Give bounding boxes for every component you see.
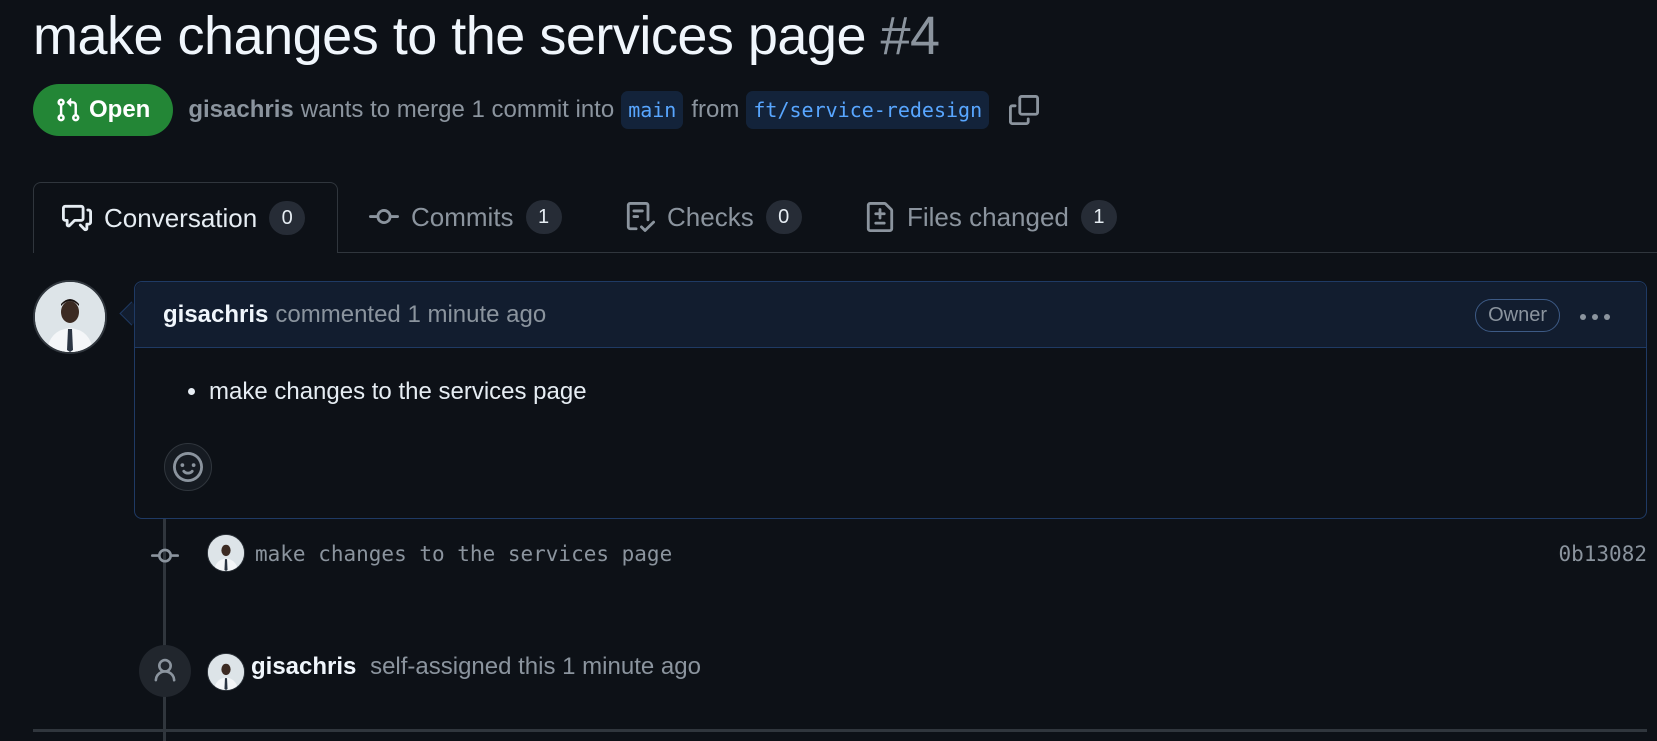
- assign-event-badge: [139, 645, 191, 697]
- comment-author-avatar[interactable]: [33, 280, 107, 354]
- comment-box: gisachris commented 1 minute ago Owner m…: [134, 281, 1647, 519]
- commit-node: [150, 542, 180, 575]
- event-description: self-assigned this 1 minute ago: [370, 653, 701, 680]
- base-branch[interactable]: main: [621, 91, 684, 129]
- divider: [33, 729, 1647, 732]
- tab-files-changed[interactable]: Files changed 1: [865, 182, 1117, 252]
- comment-body-list: make changes to the services page: [209, 378, 1646, 406]
- from-text: from: [691, 96, 740, 123]
- tab-files-changed-label: Files changed: [907, 201, 1069, 232]
- tab-commits-label: Commits: [411, 201, 514, 232]
- tab-checks[interactable]: Checks 0: [625, 182, 802, 252]
- tab-checks-count: 0: [765, 200, 802, 234]
- pr-meta: Open gisachris wants to merge 1 commit i…: [33, 84, 1040, 136]
- pr-author-link[interactable]: gisachris: [188, 96, 293, 124]
- merge-text: wants to merge 1 commit into: [300, 96, 615, 123]
- person-photo-icon: [208, 654, 244, 690]
- pr-number: #4: [880, 6, 941, 66]
- event-actor-avatar[interactable]: [207, 653, 245, 691]
- tab-conversation-count: 0: [269, 201, 306, 235]
- event-actor-link[interactable]: gisachris: [251, 653, 356, 680]
- list-item: make changes to the services page: [209, 378, 1646, 406]
- state-badge: Open: [33, 84, 174, 136]
- pr-title-text: make changes to the services page: [33, 6, 867, 66]
- tab-commits[interactable]: Commits 1: [369, 182, 562, 252]
- comment-body: make changes to the services page: [135, 348, 1646, 406]
- tab-conversation-label: Conversation: [104, 202, 258, 233]
- copy-icon: [1009, 95, 1040, 125]
- comment-discussion-icon: [62, 204, 92, 232]
- tab-commits-count: 1: [525, 200, 562, 234]
- git-commit-icon: [369, 209, 399, 225]
- head-branch[interactable]: ft/service-redesign: [746, 91, 990, 129]
- smiley-icon: [173, 452, 203, 482]
- person-icon: [154, 658, 176, 682]
- comment-author-link[interactable]: gisachris: [163, 301, 268, 329]
- git-commit-icon: [151, 548, 179, 563]
- comment-options-button[interactable]: [1578, 305, 1612, 333]
- comment-timestamp[interactable]: commented 1 minute ago: [275, 301, 546, 329]
- tab-files-changed-count: 1: [1080, 200, 1117, 234]
- tab-conversation[interactable]: Conversation 0: [33, 182, 338, 253]
- tab-checks-label: Checks: [667, 201, 754, 232]
- checklist-icon: [626, 202, 655, 232]
- pr-title: make changes to the services page #4: [33, 0, 940, 72]
- add-reaction-button[interactable]: [164, 443, 212, 491]
- comment-header: gisachris commented 1 minute ago Owner: [135, 282, 1646, 348]
- file-diff-icon: [866, 202, 894, 232]
- commit-sha-link[interactable]: 0b13082: [1558, 542, 1647, 566]
- owner-badge: Owner: [1475, 299, 1560, 332]
- commit-author-avatar[interactable]: [207, 534, 245, 572]
- git-pull-request-icon: [57, 97, 80, 122]
- kebab-horizontal-icon: [1580, 314, 1610, 320]
- copy-branch-button[interactable]: [1009, 95, 1040, 125]
- assign-event-text: gisachris self-assigned this 1 minute ag…: [251, 653, 701, 681]
- person-photo-icon: [208, 535, 244, 571]
- state-label: Open: [89, 96, 151, 123]
- commit-message-link[interactable]: make changes to the services page: [255, 542, 672, 566]
- pr-tabs: Conversation 0 Commits 1 Checks 0 Files …: [33, 182, 1657, 253]
- person-photo-icon: [35, 282, 105, 352]
- pull-request-page: make changes to the services page #4 Ope…: [0, 0, 1657, 741]
